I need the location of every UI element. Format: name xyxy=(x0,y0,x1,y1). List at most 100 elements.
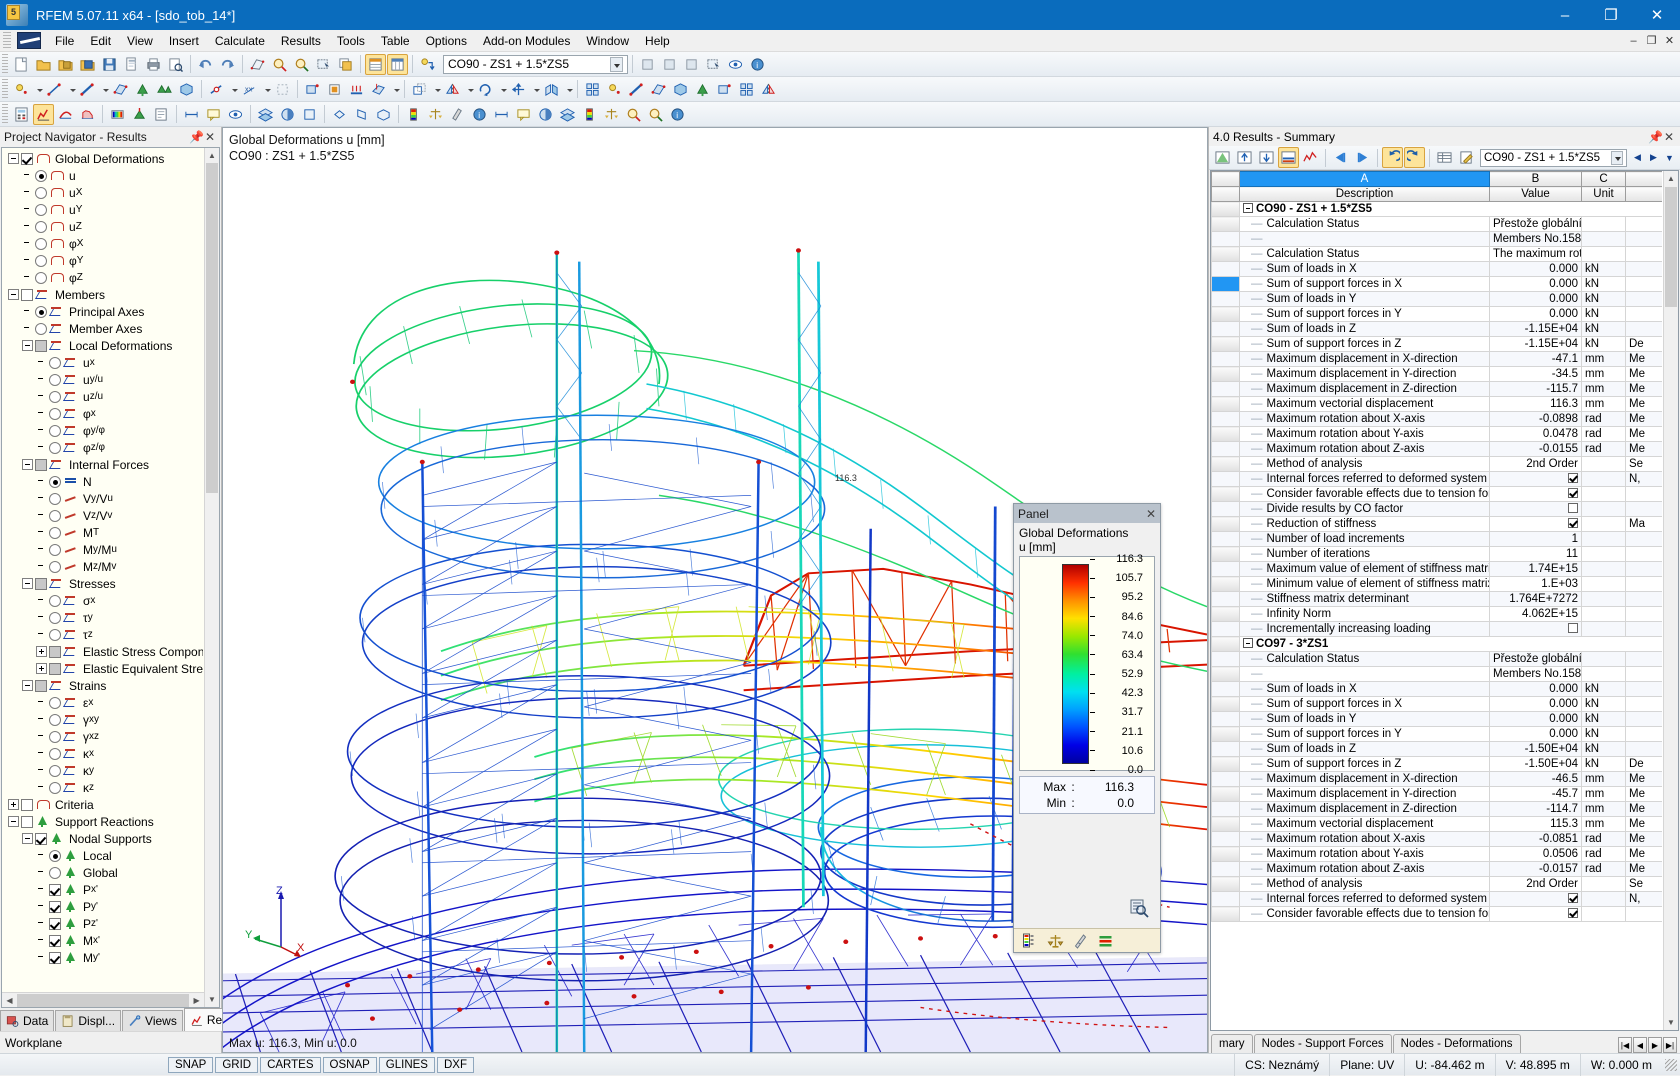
row-header[interactable] xyxy=(1212,772,1240,787)
navigator-vscrollbar[interactable]: ▲ ▼ xyxy=(204,148,219,1007)
move-icon[interactable] xyxy=(508,79,529,100)
row-header[interactable] xyxy=(1212,532,1240,547)
table-row[interactable]: —Sum of support forces in X0.000kN xyxy=(1212,697,1663,712)
internal-forces-icon[interactable] xyxy=(77,104,98,125)
row-header[interactable] xyxy=(1212,412,1240,427)
view-iso-icon[interactable] xyxy=(373,104,394,125)
dimension-icon[interactable] xyxy=(181,104,202,125)
scale-icon[interactable] xyxy=(425,104,446,125)
row-header[interactable] xyxy=(1212,442,1240,457)
scroll-left-icon[interactable]: ◀ xyxy=(2,996,17,1005)
row-header[interactable] xyxy=(1212,487,1240,502)
table-row[interactable]: —Calculation StatusThe maximum rotation … xyxy=(1212,247,1663,262)
table-row[interactable]: —Method of analysis2nd OrderSe xyxy=(1212,877,1663,892)
tree-item-p[interactable]: Py' xyxy=(2,898,203,915)
tree-item-global[interactable]: Global xyxy=(2,864,203,881)
menu-grip[interactable] xyxy=(3,32,11,50)
table-row[interactable]: —Maximum vectorial displacement116.3mmMe xyxy=(1212,397,1663,412)
render-icon[interactable] xyxy=(247,54,268,75)
chevron-down-icon[interactable] xyxy=(99,79,109,100)
tree-item-strains[interactable]: Strains xyxy=(2,677,203,694)
tree-item-u[interactable]: ux xyxy=(2,354,203,371)
info-icon[interactable]: i xyxy=(747,54,768,75)
row-header[interactable] xyxy=(1212,307,1240,322)
row-header[interactable] xyxy=(1212,742,1240,757)
results-tools-icon[interactable] xyxy=(447,104,468,125)
print-icon[interactable] xyxy=(143,54,164,75)
tree-item--[interactable]: κy xyxy=(2,762,203,779)
row-header[interactable] xyxy=(1212,457,1240,472)
results-grid[interactable]: A B C Description Value Unit xyxy=(1210,170,1679,1031)
toolbar-grip[interactable] xyxy=(2,79,8,99)
mirror-icon[interactable] xyxy=(758,79,779,100)
checkbox[interactable] xyxy=(35,459,47,471)
checkbox[interactable] xyxy=(35,833,47,845)
prev-icon[interactable] xyxy=(637,54,658,75)
tree-item-members[interactable]: Members xyxy=(2,286,203,303)
table-row[interactable]: —Number of iterations11 xyxy=(1212,547,1663,562)
table-row[interactable]: —Maximum vectorial displacement115.3mmMe xyxy=(1212,817,1663,832)
checkbox-empty[interactable] xyxy=(1568,503,1578,513)
table-row[interactable]: —Members No.1585,1767,231 xyxy=(1212,667,1663,682)
tree-item--[interactable]: φx xyxy=(2,405,203,422)
dummy-icon[interactable] xyxy=(272,79,293,100)
view-front-icon[interactable] xyxy=(299,104,320,125)
tree-item--[interactable]: γxy xyxy=(2,711,203,728)
radio-button[interactable] xyxy=(35,204,47,216)
collapse-toggle-icon[interactable] xyxy=(8,816,19,827)
status-toggle-cartes[interactable]: CARTES xyxy=(260,1057,320,1073)
radio-button[interactable] xyxy=(49,527,61,539)
cell-value[interactable] xyxy=(1490,472,1582,487)
load-icon[interactable] xyxy=(714,79,735,100)
row-header[interactable] xyxy=(1212,862,1240,877)
row-header[interactable] xyxy=(1212,292,1240,307)
checkbox[interactable] xyxy=(21,153,33,165)
checkbox[interactable] xyxy=(35,578,47,590)
render-mode-icon[interactable] xyxy=(277,104,298,125)
radio-button[interactable] xyxy=(49,782,61,794)
tree-item-principal-axes[interactable]: Principal Axes xyxy=(2,303,203,320)
scale-icon[interactable] xyxy=(601,104,622,125)
collapse-toggle-icon[interactable] xyxy=(1243,203,1253,213)
tree-item-u[interactable]: uz/u xyxy=(2,388,203,405)
window-icon[interactable] xyxy=(335,54,356,75)
tree-item-member-axes[interactable]: Member Axes xyxy=(2,320,203,337)
table-row[interactable]: —Maximum displacement in Y-direction-45.… xyxy=(1212,787,1663,802)
status-toggle-grid[interactable]: GRID xyxy=(215,1057,258,1073)
print-preview-icon[interactable] xyxy=(165,54,186,75)
resize-grip[interactable] xyxy=(1665,1059,1677,1071)
visibility-icon[interactable] xyxy=(225,104,246,125)
edit-icon[interactable] xyxy=(1456,147,1477,168)
expand-toggle-icon[interactable] xyxy=(8,799,19,810)
menu-item-results[interactable]: Results xyxy=(273,31,329,51)
node-icon[interactable] xyxy=(11,79,32,100)
row-header[interactable] xyxy=(1212,337,1240,352)
load-case-edit-icon[interactable] xyxy=(324,79,345,100)
new-file-icon[interactable] xyxy=(11,54,32,75)
chevron-down-icon[interactable] xyxy=(33,79,43,100)
row-header[interactable] xyxy=(1212,472,1240,487)
support-reaction-icon[interactable] xyxy=(129,104,150,125)
checkbox[interactable] xyxy=(49,646,61,658)
table-row[interactable]: —Internal forces referred to deformed sy… xyxy=(1212,892,1663,907)
view-select-icon[interactable] xyxy=(1278,147,1299,168)
results-icon[interactable] xyxy=(33,104,54,125)
row-header[interactable] xyxy=(1212,637,1240,652)
solid-icon[interactable] xyxy=(670,79,691,100)
cell-value[interactable] xyxy=(1490,487,1582,502)
table-row[interactable]: —Sum of loads in Y0.000kN xyxy=(1212,292,1663,307)
radio-button[interactable] xyxy=(49,357,61,369)
radio-button[interactable] xyxy=(35,187,47,199)
radio-button[interactable] xyxy=(49,595,61,607)
chevron-down-icon[interactable] xyxy=(261,79,271,100)
table-row[interactable]: —Sum of loads in X0.000kN xyxy=(1212,262,1663,277)
table-row[interactable]: —Maximum rotation about Z-axis-0.0157rad… xyxy=(1212,862,1663,877)
radio-button[interactable] xyxy=(49,731,61,743)
tree-item--[interactable]: τy xyxy=(2,609,203,626)
scroll-down-icon[interactable]: ▼ xyxy=(205,992,219,1007)
table-row[interactable]: —Members No.1585,1767,231 xyxy=(1212,232,1663,247)
pin-icon[interactable]: 📌 xyxy=(189,130,203,144)
filter-icon[interactable] xyxy=(681,54,702,75)
open-model-icon[interactable] xyxy=(55,54,76,75)
table-icon[interactable] xyxy=(365,54,386,75)
